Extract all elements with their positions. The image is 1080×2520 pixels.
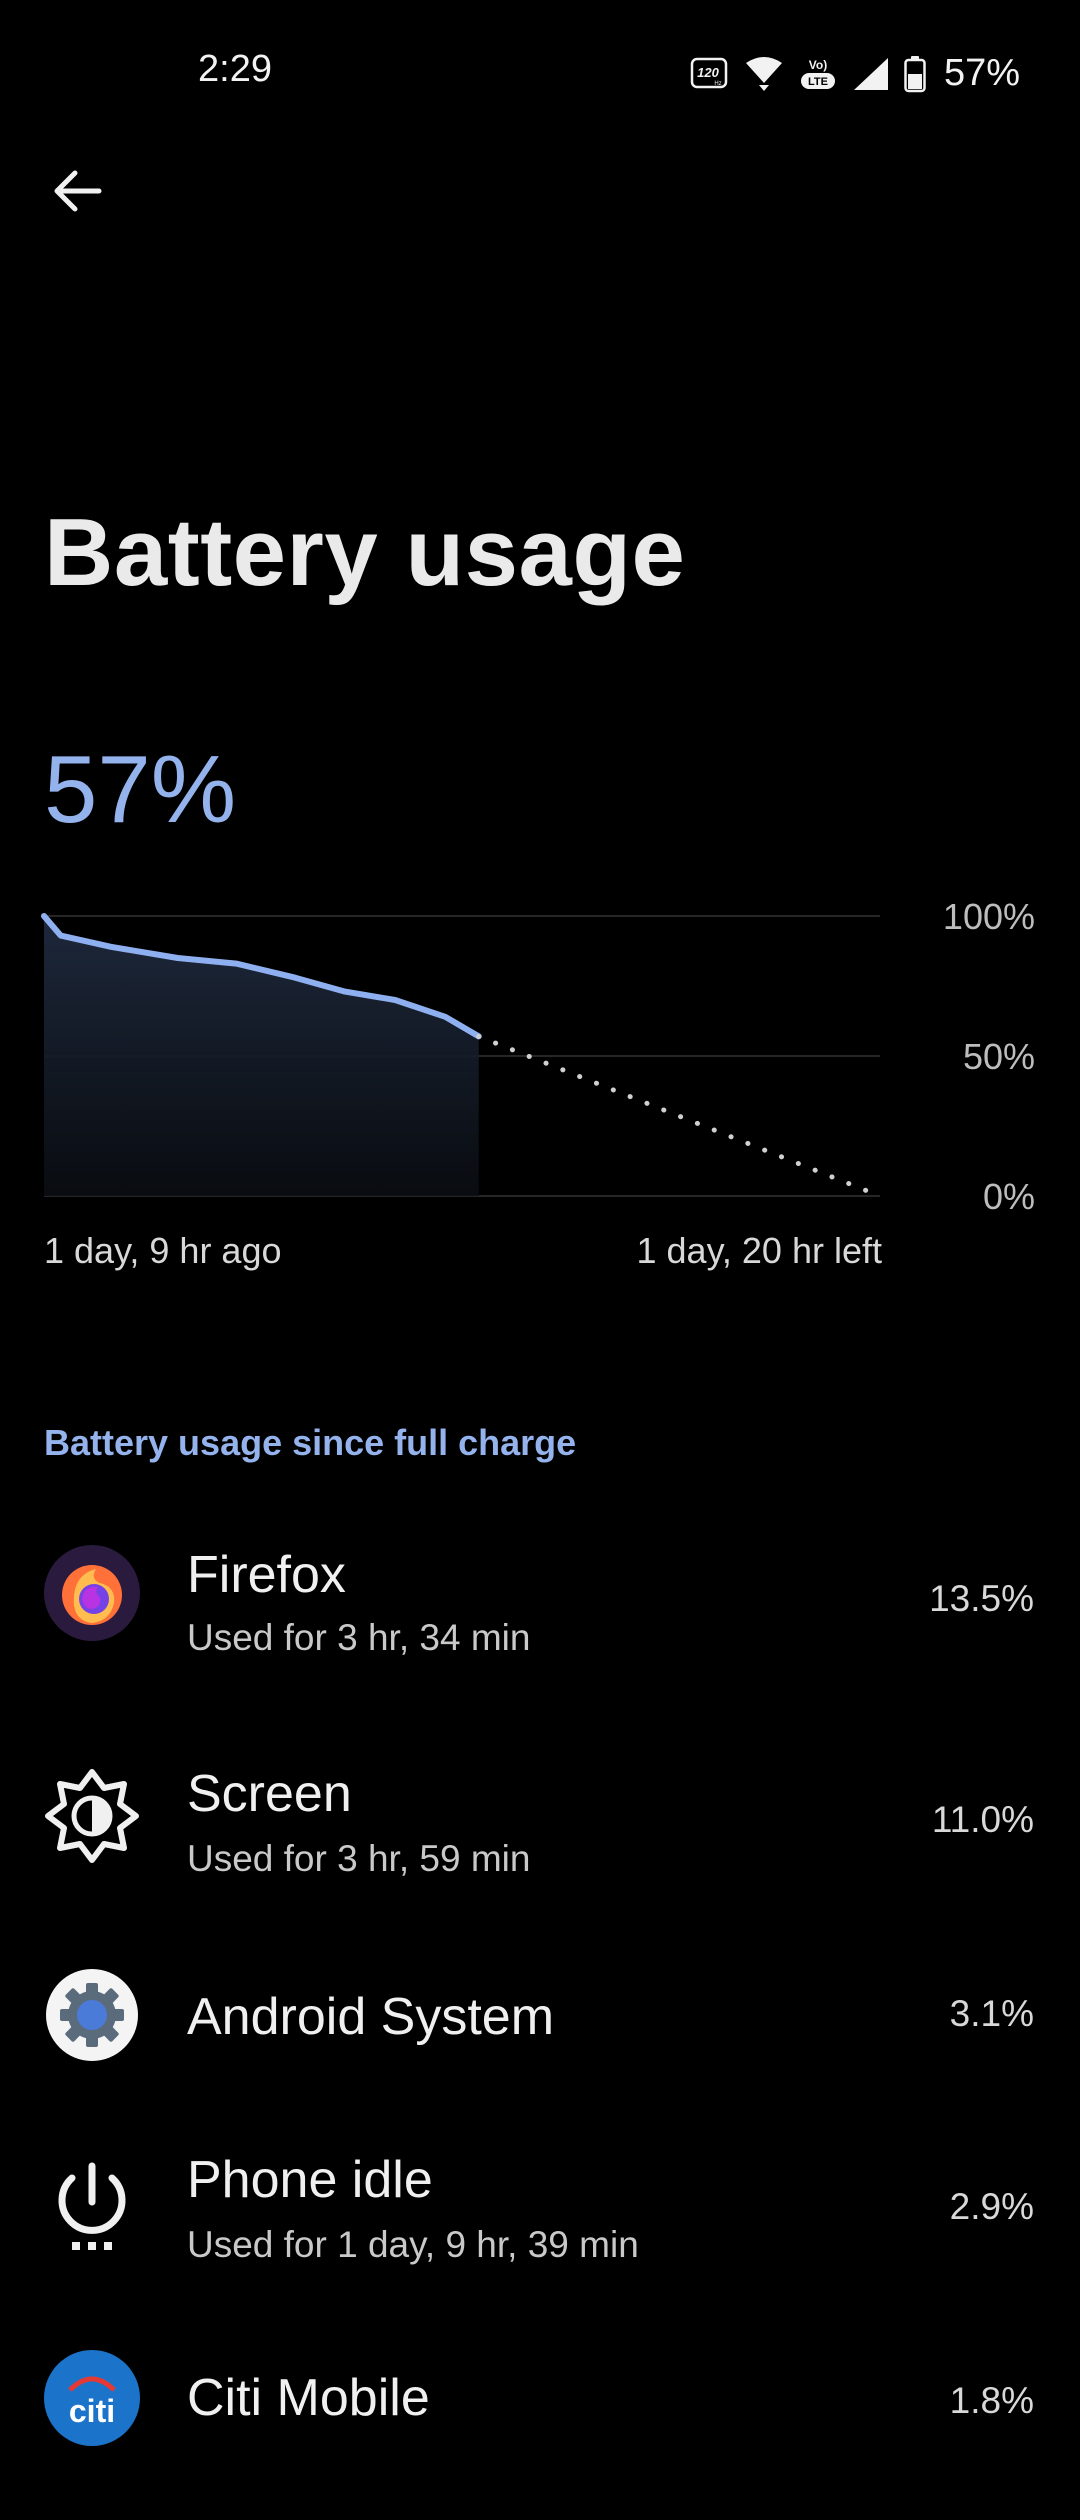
app-battery-percent: 2.9% bbox=[949, 2186, 1034, 2227]
cell-signal-icon bbox=[853, 57, 888, 90]
list-item-firefox[interactable]: Firefox Used for 3 hr, 34 min 13.5% bbox=[0, 1525, 1080, 1705]
app-name: Phone idle bbox=[187, 2151, 433, 2209]
chart-y-tick-label: 50% bbox=[963, 1036, 1035, 1077]
list-item-citi-mobile[interactable]: citi Citi Mobile 1.8% bbox=[0, 2340, 1080, 2520]
app-battery-percent: 3.1% bbox=[949, 1993, 1034, 2034]
app-usage-time: Used for 1 day, 9 hr, 39 min bbox=[187, 2224, 639, 2265]
wifi-icon bbox=[745, 56, 782, 91]
firefox-icon bbox=[44, 1545, 140, 1641]
svg-text:Vo): Vo) bbox=[809, 58, 827, 72]
battery-icon bbox=[904, 55, 926, 92]
page-title: Battery usage bbox=[44, 499, 686, 606]
app-name: Screen bbox=[187, 1765, 352, 1823]
svg-text:LTE: LTE bbox=[808, 76, 828, 88]
list-item-android-system[interactable]: Android System 3.1% bbox=[0, 1967, 1080, 2147]
list-item-phone-idle[interactable]: Phone idle Used for 1 day, 9 hr, 39 min … bbox=[0, 2140, 1080, 2320]
chart-projection-line bbox=[476, 1033, 883, 1199]
refresh-rate-icon: 120 Hz bbox=[690, 57, 728, 88]
android-settings-gear-icon bbox=[46, 1969, 138, 2061]
battery-level: 57% bbox=[44, 736, 237, 843]
chart-y-tick-label: 0% bbox=[983, 1176, 1035, 1217]
app-battery-percent: 1.8% bbox=[949, 2380, 1034, 2421]
section-header: Battery usage since full charge bbox=[44, 1422, 577, 1463]
status-battery-percent: 57% bbox=[943, 52, 1020, 94]
brightness-icon bbox=[45, 1769, 139, 1863]
app-battery-percent: 13.5% bbox=[929, 1578, 1034, 1619]
svg-text:Hz: Hz bbox=[714, 81, 721, 87]
svg-text:citi: citi bbox=[69, 2393, 115, 2429]
citi-icon: citi bbox=[44, 2350, 140, 2446]
battery-chart: 100% 50% 0% bbox=[41, 896, 1035, 1217]
app-usage-time: Used for 3 hr, 59 min bbox=[187, 1838, 531, 1879]
app-name: Firefox bbox=[187, 1546, 346, 1604]
svg-text:120: 120 bbox=[697, 65, 719, 80]
list-item-screen[interactable]: Screen Used for 3 hr, 59 min 11.0% bbox=[0, 1746, 1080, 1926]
chart-y-tick-label: 100% bbox=[943, 896, 1035, 937]
back-button[interactable] bbox=[44, 158, 110, 224]
volte-icon: Vo) LTE bbox=[800, 58, 835, 89]
arrow-left-icon bbox=[54, 170, 102, 212]
chart-area-fill bbox=[44, 916, 479, 1196]
app-name: Android System bbox=[187, 1988, 555, 2046]
status-icons: 120 Hz Vo) LTE 57% bbox=[690, 52, 1020, 95]
status-time: 2:29 bbox=[198, 48, 272, 90]
chart-start-label: 1 day, 9 hr ago bbox=[44, 1230, 282, 1271]
app-name: Citi Mobile bbox=[187, 2369, 430, 2427]
power-icon bbox=[58, 2162, 126, 2250]
chart-end-label: 1 day, 20 hr left bbox=[636, 1230, 882, 1271]
app-usage-time: Used for 3 hr, 34 min bbox=[187, 1617, 531, 1658]
app-battery-percent: 11.0% bbox=[931, 1799, 1034, 1840]
status-bar: 2:29 120 Hz Vo) LTE 57% bbox=[0, 0, 1080, 150]
